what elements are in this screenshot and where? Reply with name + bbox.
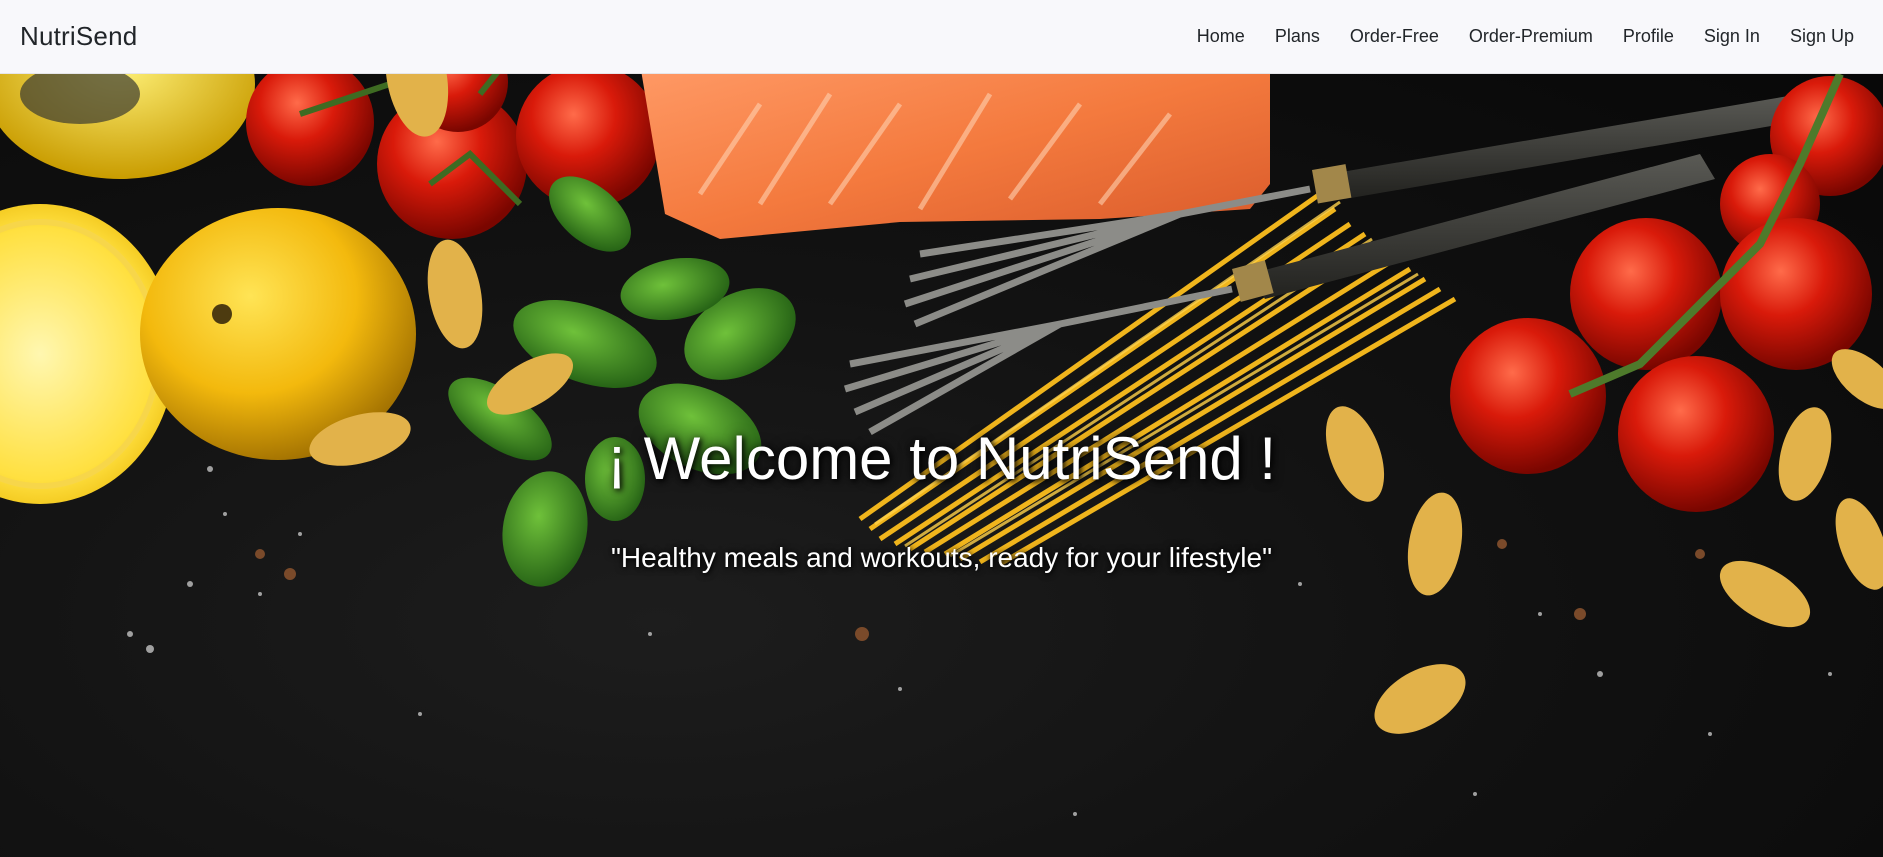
top-navbar: NutriSend Home Plans Order-Free Order-Pr… — [0, 0, 1883, 74]
nav-link-sign-in[interactable]: Sign In — [1689, 26, 1775, 47]
nav-link-sign-up[interactable]: Sign Up — [1775, 26, 1869, 47]
nav-link-order-premium[interactable]: Order-Premium — [1454, 26, 1608, 47]
nav-link-order-free[interactable]: Order-Free — [1335, 26, 1454, 47]
nav-link-profile[interactable]: Profile — [1608, 26, 1689, 47]
hero-subtitle: "Healthy meals and workouts, ready for y… — [610, 542, 1273, 573]
nav-link-plans[interactable]: Plans — [1260, 26, 1335, 47]
hero-section: ¡ Welcome to NutriSend ! "Healthy meals … — [0, 74, 1883, 857]
brand-logo[interactable]: NutriSend — [20, 21, 137, 52]
nav-links: Home Plans Order-Free Order-Premium Prof… — [1182, 26, 1869, 47]
hero-text-container: ¡ Welcome to NutriSend ! "Healthy meals … — [0, 74, 1883, 857]
hero-title: ¡ Welcome to NutriSend ! — [606, 425, 1277, 492]
nav-link-home[interactable]: Home — [1182, 26, 1260, 47]
